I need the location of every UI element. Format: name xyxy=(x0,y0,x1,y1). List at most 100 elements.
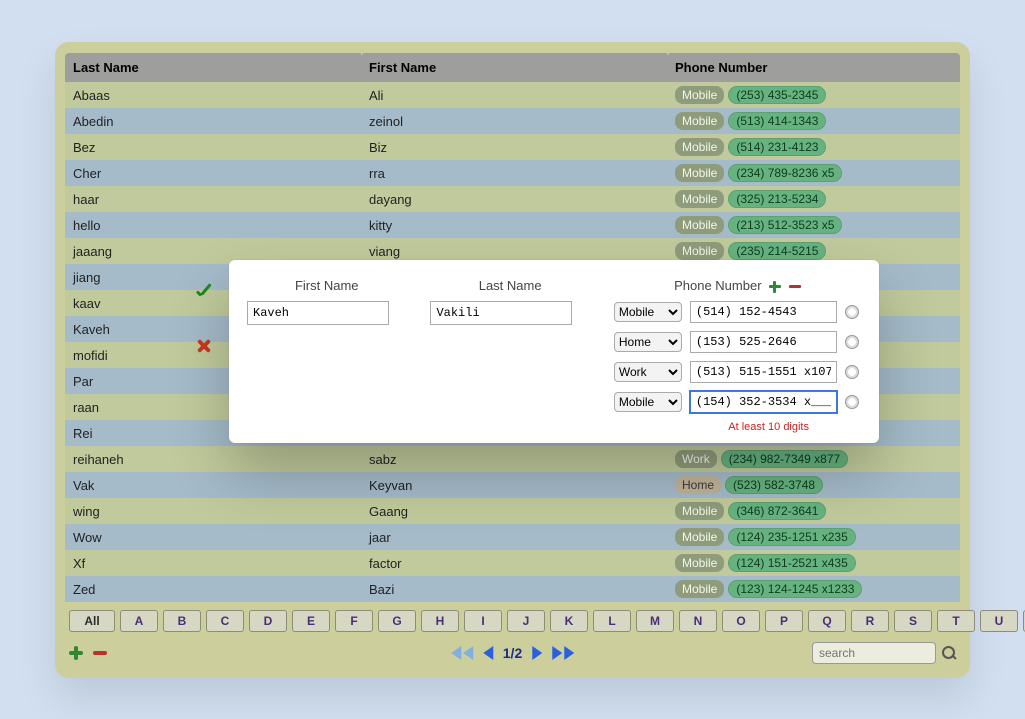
last-page-button[interactable] xyxy=(552,646,574,660)
table-row[interactable]: VakKeyvanHome(523) 582-3748 xyxy=(65,472,960,498)
alpha-filter-q[interactable]: Q xyxy=(808,610,846,632)
alpha-filter-k[interactable]: K xyxy=(550,610,588,632)
cell-first-name: Ali xyxy=(361,82,667,108)
primary-phone-radio[interactable] xyxy=(845,305,859,319)
alpha-filter-a[interactable]: A xyxy=(120,610,158,632)
phone-number-badge: (234) 789-8236 x5 xyxy=(728,164,842,182)
alpha-filter-b[interactable]: B xyxy=(163,610,201,632)
table-row[interactable]: XffactorMobile(124) 151-2521 x435 xyxy=(65,550,960,576)
cancel-edit-icon[interactable] xyxy=(194,336,214,356)
validation-message: At least 10 digits xyxy=(614,421,861,433)
table-row[interactable]: WowjaarMobile(124) 235-1251 x235 xyxy=(65,524,960,550)
alpha-filter-p[interactable]: P xyxy=(765,610,803,632)
cell-last-name: Zed xyxy=(65,576,361,602)
primary-phone-radio[interactable] xyxy=(845,335,859,349)
phone-type-select[interactable]: MobileHomeWork xyxy=(614,362,682,382)
table-row[interactable]: ZedBaziMobile(123) 124-1245 x1233 xyxy=(65,576,960,602)
alpha-filter-d[interactable]: D xyxy=(249,610,287,632)
alpha-filter-o[interactable]: O xyxy=(722,610,760,632)
alpha-filter-all[interactable]: All xyxy=(69,610,115,632)
phone-number-input[interactable] xyxy=(690,361,837,383)
alpha-filter-i[interactable]: I xyxy=(464,610,502,632)
cell-first-name: Gaang xyxy=(361,498,667,524)
table-row[interactable]: reihanehsabzWork(234) 982-7349 x877 xyxy=(65,446,960,472)
next-page-button[interactable] xyxy=(532,646,542,660)
edit-contact-popup: First Name Last Name Phone Number Mobile… xyxy=(229,260,879,443)
alpha-filter-r[interactable]: R xyxy=(851,610,889,632)
cell-phone: Mobile(514) 231-4123 xyxy=(667,134,960,160)
table-row[interactable]: hellokittyMobile(213) 512-3523 x5 xyxy=(65,212,960,238)
first-page-button[interactable] xyxy=(451,646,473,660)
cell-last-name: Wow xyxy=(65,524,361,550)
alpha-filter-g[interactable]: G xyxy=(378,610,416,632)
phone-number-input[interactable] xyxy=(690,391,837,413)
cell-first-name: factor xyxy=(361,550,667,576)
cell-first-name: sabz xyxy=(361,446,667,472)
phone-number-badge: (346) 872-3641 xyxy=(728,502,826,520)
last-name-input[interactable] xyxy=(430,301,572,325)
popup-first-name-label: First Name xyxy=(247,278,406,293)
phone-type-select[interactable]: MobileHomeWork xyxy=(614,332,682,352)
cell-phone: Mobile(346) 872-3641 xyxy=(667,498,960,524)
accept-edit-icon[interactable] xyxy=(194,282,216,304)
cell-last-name: haar xyxy=(65,186,361,212)
phone-type-badge: Mobile xyxy=(675,528,724,546)
alpha-filter-e[interactable]: E xyxy=(292,610,330,632)
cell-first-name: jaar xyxy=(361,524,667,550)
phone-number-badge: (514) 231-4123 xyxy=(728,138,826,156)
table-header-row: Last Name First Name Phone Number xyxy=(65,53,960,82)
phone-number-input[interactable] xyxy=(690,331,837,353)
phone-number-badge: (513) 414-1343 xyxy=(728,112,826,130)
page-indicator: 1/2 xyxy=(503,645,522,661)
alpha-filter-c[interactable]: C xyxy=(206,610,244,632)
table-row[interactable]: wingGaangMobile(346) 872-3641 xyxy=(65,498,960,524)
popup-last-name-label: Last Name xyxy=(430,278,589,293)
cell-phone: Mobile(253) 435-2345 xyxy=(667,82,960,108)
alpha-filter-t[interactable]: T xyxy=(937,610,975,632)
phone-number-input[interactable] xyxy=(690,301,837,323)
phone-number-badge: (213) 512-3523 x5 xyxy=(728,216,842,234)
phone-entry-row: MobileHomeWork xyxy=(614,301,861,323)
phone-number-badge: (124) 151-2521 x435 xyxy=(728,554,855,572)
cell-phone: Work(234) 982-7349 x877 xyxy=(667,446,960,472)
phone-number-badge: (253) 435-2345 xyxy=(728,86,826,104)
alpha-filter-m[interactable]: M xyxy=(636,610,674,632)
first-name-input[interactable] xyxy=(247,301,389,325)
phone-type-select[interactable]: MobileHomeWork xyxy=(614,302,682,322)
phone-entry-row: MobileHomeWork xyxy=(614,331,861,353)
table-row[interactable]: AbedinzeinolMobile(513) 414-1343 xyxy=(65,108,960,134)
cell-phone: Mobile(213) 512-3523 x5 xyxy=(667,212,960,238)
alpha-filter-n[interactable]: N xyxy=(679,610,717,632)
phone-entry-row: MobileHomeWork xyxy=(614,391,861,413)
table-row[interactable]: haardayangMobile(325) 213-5234 xyxy=(65,186,960,212)
add-row-icon[interactable] xyxy=(69,646,83,660)
phone-type-select[interactable]: MobileHomeWork xyxy=(614,392,682,412)
phone-number-badge: (235) 214-5215 xyxy=(728,242,826,260)
alpha-filter-l[interactable]: L xyxy=(593,610,631,632)
cell-last-name: hello xyxy=(65,212,361,238)
phone-number-badge: (523) 582-3748 xyxy=(725,476,823,494)
remove-phone-icon[interactable] xyxy=(789,285,801,288)
cell-phone: Mobile(234) 789-8236 x5 xyxy=(667,160,960,186)
col-phone-number[interactable]: Phone Number xyxy=(667,53,960,82)
col-first-name[interactable]: First Name xyxy=(361,53,667,82)
alpha-filter-s[interactable]: S xyxy=(894,610,932,632)
alpha-filter-u[interactable]: U xyxy=(980,610,1018,632)
primary-phone-radio[interactable] xyxy=(845,395,859,409)
add-phone-icon[interactable] xyxy=(769,281,781,293)
phone-type-badge: Mobile xyxy=(675,580,724,598)
remove-row-icon[interactable] xyxy=(93,651,107,655)
col-last-name[interactable]: Last Name xyxy=(65,53,361,82)
phone-number-badge: (123) 124-1245 x1233 xyxy=(728,580,862,598)
phone-number-badge: (325) 213-5234 xyxy=(728,190,826,208)
table-row[interactable]: CherrraMobile(234) 789-8236 x5 xyxy=(65,160,960,186)
table-row[interactable]: BezBizMobile(514) 231-4123 xyxy=(65,134,960,160)
alpha-filter-f[interactable]: F xyxy=(335,610,373,632)
search-icon[interactable] xyxy=(942,646,956,660)
alpha-filter-h[interactable]: H xyxy=(421,610,459,632)
primary-phone-radio[interactable] xyxy=(845,365,859,379)
prev-page-button[interactable] xyxy=(483,646,493,660)
table-row[interactable]: AbaasAliMobile(253) 435-2345 xyxy=(65,82,960,108)
alpha-filter-j[interactable]: J xyxy=(507,610,545,632)
search-input[interactable] xyxy=(812,642,936,664)
